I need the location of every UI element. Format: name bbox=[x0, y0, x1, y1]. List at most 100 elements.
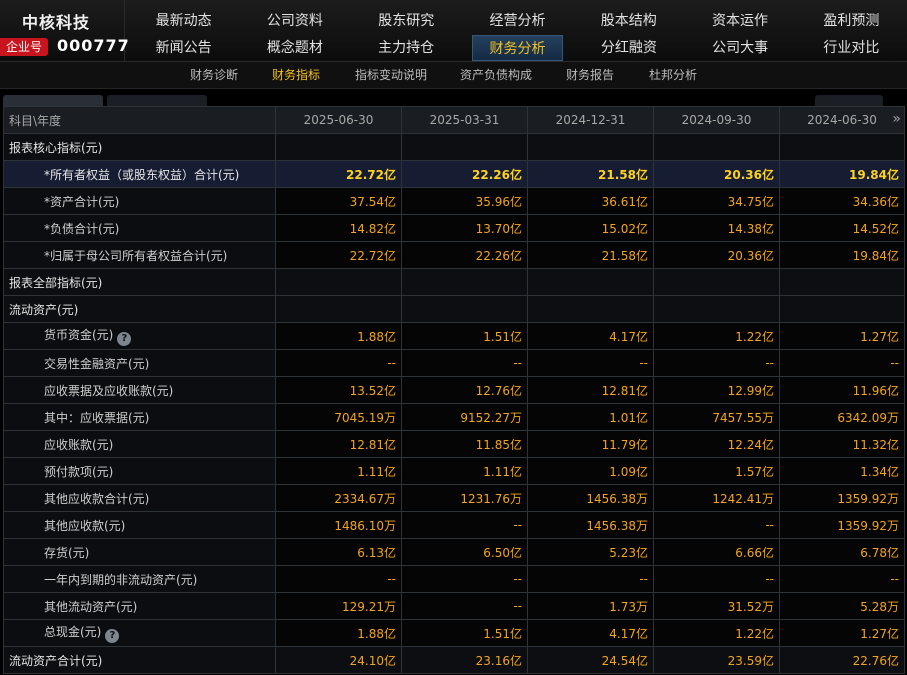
value-cell: 23.59亿 bbox=[653, 646, 780, 674]
nav-item-row2-1[interactable]: 概念题材 bbox=[239, 35, 350, 61]
value-cell: -- bbox=[653, 511, 780, 539]
financial-table-container: 科目\年度 2025-06-30 2025-03-31 2024-12-31 2024… bbox=[3, 106, 907, 675]
nav-item-row1-6[interactable]: 盈利预测 bbox=[796, 8, 907, 34]
nav-item-row1-5[interactable]: 资本运作 bbox=[684, 8, 795, 34]
table-body: 报表核心指标(元) *所有者权益（或股东权益）合计(元) 22.72亿 22.26亿 2… bbox=[3, 133, 905, 674]
row-label: 流动资产合计(元) bbox=[9, 653, 103, 668]
value-cell: 13.70亿 bbox=[401, 214, 528, 242]
table-row: 其中：应收票据(元) 7045.19万 9152.27万 1.01亿 7457.55万 6… bbox=[3, 403, 905, 431]
period-header-3[interactable]: 2024-09-30 bbox=[653, 106, 780, 134]
value-cell: -- bbox=[401, 349, 528, 377]
value-cell: 6.78亿 bbox=[779, 538, 905, 566]
nav-item-row2-6[interactable]: 行业对比 bbox=[796, 35, 907, 61]
value-cell: 1.73万 bbox=[527, 592, 654, 620]
value-cell: 19.84亿 bbox=[779, 241, 905, 269]
subnav-item-1[interactable]: 财务指标 bbox=[272, 62, 320, 89]
subnav-item-0[interactable]: 财务诊断 bbox=[190, 62, 238, 89]
row-label: 报表全部指标(元) bbox=[9, 275, 103, 290]
value-cell: 1.22亿 bbox=[653, 619, 780, 647]
value-cell: 6.66亿 bbox=[653, 538, 780, 566]
nav-item-row2-4[interactable]: 分红融资 bbox=[573, 35, 684, 61]
row-label-cell: 一年内到期的非流动资产(元) bbox=[3, 565, 276, 593]
subnav-item-5[interactable]: 杜邦分析 bbox=[649, 62, 697, 89]
table-row: *归属于母公司所有者权益合计(元) 22.72亿 22.26亿 21.58亿 20.36… bbox=[3, 241, 905, 269]
row-label: *负债合计(元) bbox=[44, 221, 120, 236]
row-label: 其他流动资产(元) bbox=[44, 599, 138, 614]
value-cell: 4.17亿 bbox=[527, 322, 654, 350]
period-label: 2024-12-31 bbox=[555, 113, 626, 127]
row-label: 流动资产(元) bbox=[9, 302, 79, 317]
value-cell: -- bbox=[653, 349, 780, 377]
value-cell: -- bbox=[401, 565, 528, 593]
period-header-2[interactable]: 2024-12-31 bbox=[527, 106, 654, 134]
row-label: 其他应收款(元) bbox=[44, 518, 126, 533]
value-cell: 1486.10万 bbox=[275, 511, 402, 539]
period-header-0[interactable]: 2025-06-30 bbox=[275, 106, 402, 134]
tab-strip-tab-2[interactable] bbox=[107, 95, 207, 106]
nav-item-row2-3[interactable]: 财务分析 bbox=[471, 35, 564, 61]
value-cell: -- bbox=[401, 592, 528, 620]
value-cell: 1.27亿 bbox=[779, 619, 905, 647]
company-name: 中核科技 bbox=[22, 13, 91, 32]
sub-nav: 财务诊断 财务指标 指标变动说明 资产负债构成 财务报告 杜邦分析 bbox=[0, 62, 907, 89]
nav-item-row2-0[interactable]: 新闻公告 bbox=[128, 35, 239, 61]
nav-item-row1-3[interactable]: 经营分析 bbox=[462, 8, 573, 34]
help-question-icon[interactable]: ? bbox=[117, 332, 132, 346]
value-cell: 20.36亿 bbox=[653, 160, 780, 188]
row-label-cell: 其他流动资产(元) bbox=[3, 592, 276, 620]
nav-item-row1-0[interactable]: 最新动态 bbox=[128, 8, 239, 34]
nav-item-row2-2[interactable]: 主力持仓 bbox=[351, 35, 462, 61]
value-cell: -- bbox=[401, 511, 528, 539]
double-chevron-right-icon[interactable]: » bbox=[892, 111, 901, 127]
period-header-1[interactable]: 2025-03-31 bbox=[401, 106, 528, 134]
subnav-item-4[interactable]: 财务报告 bbox=[566, 62, 614, 89]
table-row: 存货(元) 6.13亿 6.50亿 5.23亿 6.66亿 6.78亿 bbox=[3, 538, 905, 566]
tab-strip-tab-1[interactable] bbox=[3, 95, 103, 106]
row-label-cell: 交易性金融资产(元) bbox=[3, 349, 276, 377]
main-nav-row-2: 新闻公告 概念题材 主力持仓 财务分析 分红融资 公司大事 行业对比 bbox=[128, 35, 907, 61]
nav-item-row1-1[interactable]: 公司资料 bbox=[239, 8, 350, 34]
enterprise-badge[interactable]: 企业号 bbox=[0, 38, 48, 56]
table-row: *资产合计(元) 37.54亿 35.96亿 36.61亿 34.75亿 34.36亿 bbox=[3, 187, 905, 215]
value-cell: 1.88亿 bbox=[275, 619, 402, 647]
nav-item-row2-5[interactable]: 公司大事 bbox=[684, 35, 795, 61]
value-cell bbox=[779, 268, 905, 296]
row-label-cell: 报表核心指标(元) bbox=[3, 133, 276, 161]
table-row: 一年内到期的非流动资产(元) -- -- -- -- -- bbox=[3, 565, 905, 593]
row-label-cell: 其中：应收票据(元) bbox=[3, 403, 276, 431]
table-row: 其他应收款合计(元) 2334.67万 1231.76万 1456.38万 1242.4… bbox=[3, 484, 905, 512]
subnav-item-3[interactable]: 资产负债构成 bbox=[460, 62, 532, 89]
value-cell: 35.96亿 bbox=[401, 187, 528, 215]
row-label-cell: 其他应收款(元) bbox=[3, 511, 276, 539]
table-row: 报表全部指标(元) bbox=[3, 268, 905, 296]
value-cell: 11.79亿 bbox=[527, 430, 654, 458]
nav-item-row1-4[interactable]: 股本结构 bbox=[573, 8, 684, 34]
value-cell: 1.09亿 bbox=[527, 457, 654, 485]
value-cell bbox=[653, 295, 780, 323]
tab-strip-tab-3[interactable] bbox=[815, 95, 883, 106]
stock-code: 000777 bbox=[57, 36, 130, 55]
row-label-cell: 应收票据及应收账款(元) bbox=[3, 376, 276, 404]
value-cell: 34.75亿 bbox=[653, 187, 780, 215]
period-header-4[interactable]: 2024-06-30 » bbox=[779, 106, 905, 134]
table-row: *负债合计(元) 14.82亿 13.70亿 15.02亿 14.38亿 14.52亿 bbox=[3, 214, 905, 242]
period-label: 2024-06-30 bbox=[807, 113, 877, 127]
value-cell: 1.11亿 bbox=[275, 457, 402, 485]
row-label-cell: 总现金(元)? bbox=[3, 619, 276, 647]
value-cell: 1242.41万 bbox=[653, 484, 780, 512]
help-question-icon[interactable]: ? bbox=[105, 629, 120, 643]
value-cell bbox=[527, 133, 654, 161]
row-label: 交易性金融资产(元) bbox=[44, 356, 150, 371]
row-label-cell: 其他应收款合计(元) bbox=[3, 484, 276, 512]
main-nav-row-1: 最新动态 公司资料 股东研究 经营分析 股本结构 资本运作 盈利预测 bbox=[128, 8, 907, 34]
subnav-item-2[interactable]: 指标变动说明 bbox=[355, 62, 427, 89]
row-label-cell: *归属于母公司所有者权益合计(元) bbox=[3, 241, 276, 269]
value-cell: 5.23亿 bbox=[527, 538, 654, 566]
value-cell: 22.72亿 bbox=[275, 241, 402, 269]
value-cell: 14.38亿 bbox=[653, 214, 780, 242]
table-row: *所有者权益（或股东权益）合计(元) 22.72亿 22.26亿 21.58亿 20.3… bbox=[3, 160, 905, 188]
value-cell: -- bbox=[653, 565, 780, 593]
value-cell bbox=[653, 133, 780, 161]
nav-item-row1-2[interactable]: 股东研究 bbox=[351, 8, 462, 34]
value-cell bbox=[275, 133, 402, 161]
